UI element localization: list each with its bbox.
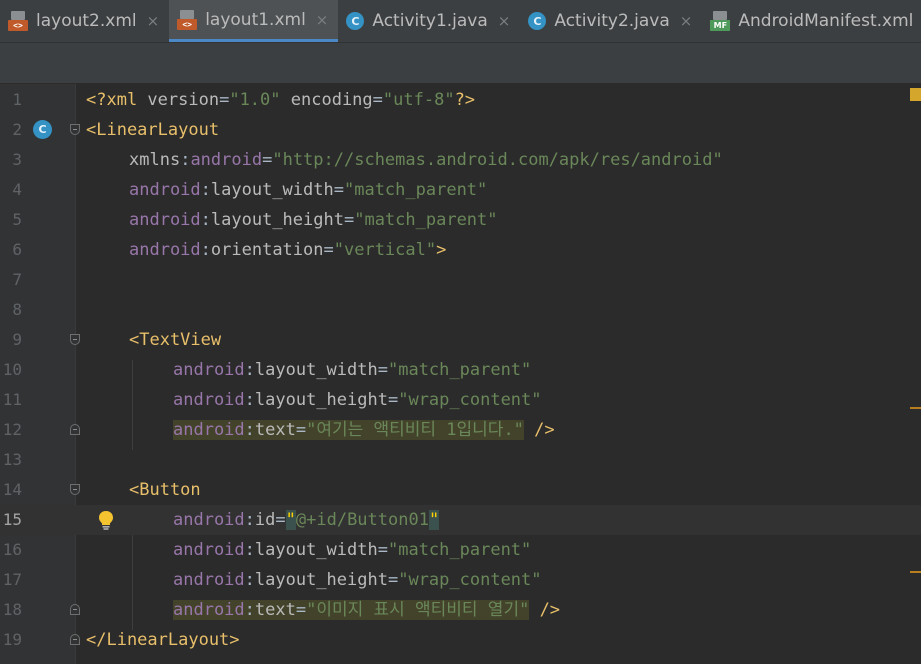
code-line: 5 android:layout_height="match_parent" [0,205,921,235]
code-text: <Button [129,480,201,500]
editor-toolbar [0,43,921,84]
code-line: 9 <TextView [0,325,921,355]
tab-activity2-java[interactable]: C Activity2.java × [520,0,702,42]
code-line: 14 <Button [0,475,921,505]
tab-layout1-xml[interactable]: <> layout1.xml × [169,0,339,42]
code-text: android:layout_width="match_parent" [173,540,532,560]
code-editor[interactable]: 1 <?xml version="1.0" encoding="utf-8"?>… [0,84,921,664]
manifest-icon: MF [710,11,731,31]
code-line: 12 android:text="여기는 액티비티 1입니다." /> [0,415,921,445]
fold-icon[interactable] [70,124,80,135]
line-number: 4 [12,180,22,199]
code-text: <LinearLayout [86,120,220,140]
line-number: 1 [12,90,22,109]
scrollbar-warning-marker[interactable] [910,88,921,101]
line-number: 7 [12,270,22,289]
fold-icon[interactable] [70,334,80,345]
line-number: 6 [12,240,22,259]
tab-android-manifest[interactable]: MF AndroidManifest.xml [702,0,921,42]
code-text: android:text="이미지 표시 액티비티 열기" /> [173,600,561,620]
line-number: 12 [2,420,22,439]
code-text: <?xml version="1.0" encoding="utf-8"?> [86,90,476,110]
tab-label: AndroidManifest.xml [738,11,914,31]
line-number: 14 [2,480,22,499]
line-number: 8 [12,300,22,319]
code-line: 13 [0,445,921,475]
class-marker-icon[interactable]: C [33,120,52,139]
fold-icon[interactable] [70,484,80,495]
code-line: 6 android:orientation="vertical"> [0,235,921,265]
tab-label: Activity2.java [554,11,670,31]
code-text: android:orientation="vertical"> [129,240,447,260]
scrollbar-marker[interactable] [910,571,921,573]
code-line: 3 xmlns:android="http://schemas.android.… [0,145,921,175]
line-number: 13 [2,450,22,469]
tab-label: layout1.xml [205,9,306,30]
fold-icon[interactable] [70,604,80,615]
tab-layout2-xml[interactable]: <> layout2.xml × [0,0,169,42]
line-number: 18 [2,600,22,619]
close-icon[interactable]: × [316,11,329,29]
code-line: 17 android:layout_height="wrap_content" [0,565,921,595]
close-icon[interactable]: × [498,12,511,30]
line-number: 3 [12,150,22,169]
line-number: 2 [12,120,22,139]
code-text: android:text="여기는 액티비티 1입니다." /> [173,420,555,440]
scrollbar-marker[interactable] [910,407,921,409]
code-line: 19 </LinearLayout> [0,625,921,655]
code-text: android:layout_height="wrap_content" [173,570,542,590]
close-icon[interactable]: × [680,12,693,30]
code-line: 4 android:layout_width="match_parent" [0,175,921,205]
code-line: 10 android:layout_width="match_parent" [0,355,921,385]
code-text: </LinearLayout> [86,630,240,650]
tab-activity1-java[interactable]: C Activity1.java × [338,0,520,42]
code-line: 11 android:layout_height="wrap_content" [0,385,921,415]
tab-label: Activity1.java [372,11,488,31]
code-line: 16 android:layout_width="match_parent" [0,535,921,565]
xml-layout-icon: <> [177,9,198,30]
code-text: android:layout_height="wrap_content" [173,390,542,410]
code-line: 2 C <LinearLayout [0,115,921,145]
line-number: 5 [12,210,22,229]
code-line-current: 15 android:id="@+id/Button01" [0,505,921,535]
close-icon[interactable]: × [147,12,160,30]
line-number: 15 [2,510,22,529]
fold-icon[interactable] [70,424,80,435]
tab-label: layout2.xml [36,11,137,31]
line-number: 11 [2,390,22,409]
fold-icon[interactable] [70,634,80,645]
java-class-icon: C [528,12,547,30]
code-line: 8 [0,295,921,325]
code-line: 18 android:text="이미지 표시 액티비티 열기" /> [0,595,921,625]
line-number: 9 [12,330,22,349]
xml-layout-icon: <> [8,11,28,31]
line-number: 19 [2,630,22,649]
lightbulb-icon[interactable] [96,509,116,531]
code-text: android:id="@+id/Button01" [173,510,440,530]
editor-tab-bar: <> layout2.xml × <> layout1.xml × C Acti… [0,0,921,43]
code-text: android:layout_width="match_parent" [173,360,532,380]
code-text: android:layout_height="match_parent" [129,210,498,230]
line-number: 16 [2,540,22,559]
code-text: android:layout_width="match_parent" [129,180,488,200]
line-number: 10 [2,360,22,379]
line-number: 17 [2,570,22,589]
code-line: 7 [0,265,921,295]
code-line: 1 <?xml version="1.0" encoding="utf-8"?> [0,85,921,115]
code-text: xmlns:android="http://schemas.android.co… [129,150,723,170]
java-class-icon: C [346,12,365,30]
code-text: <TextView [129,330,222,350]
